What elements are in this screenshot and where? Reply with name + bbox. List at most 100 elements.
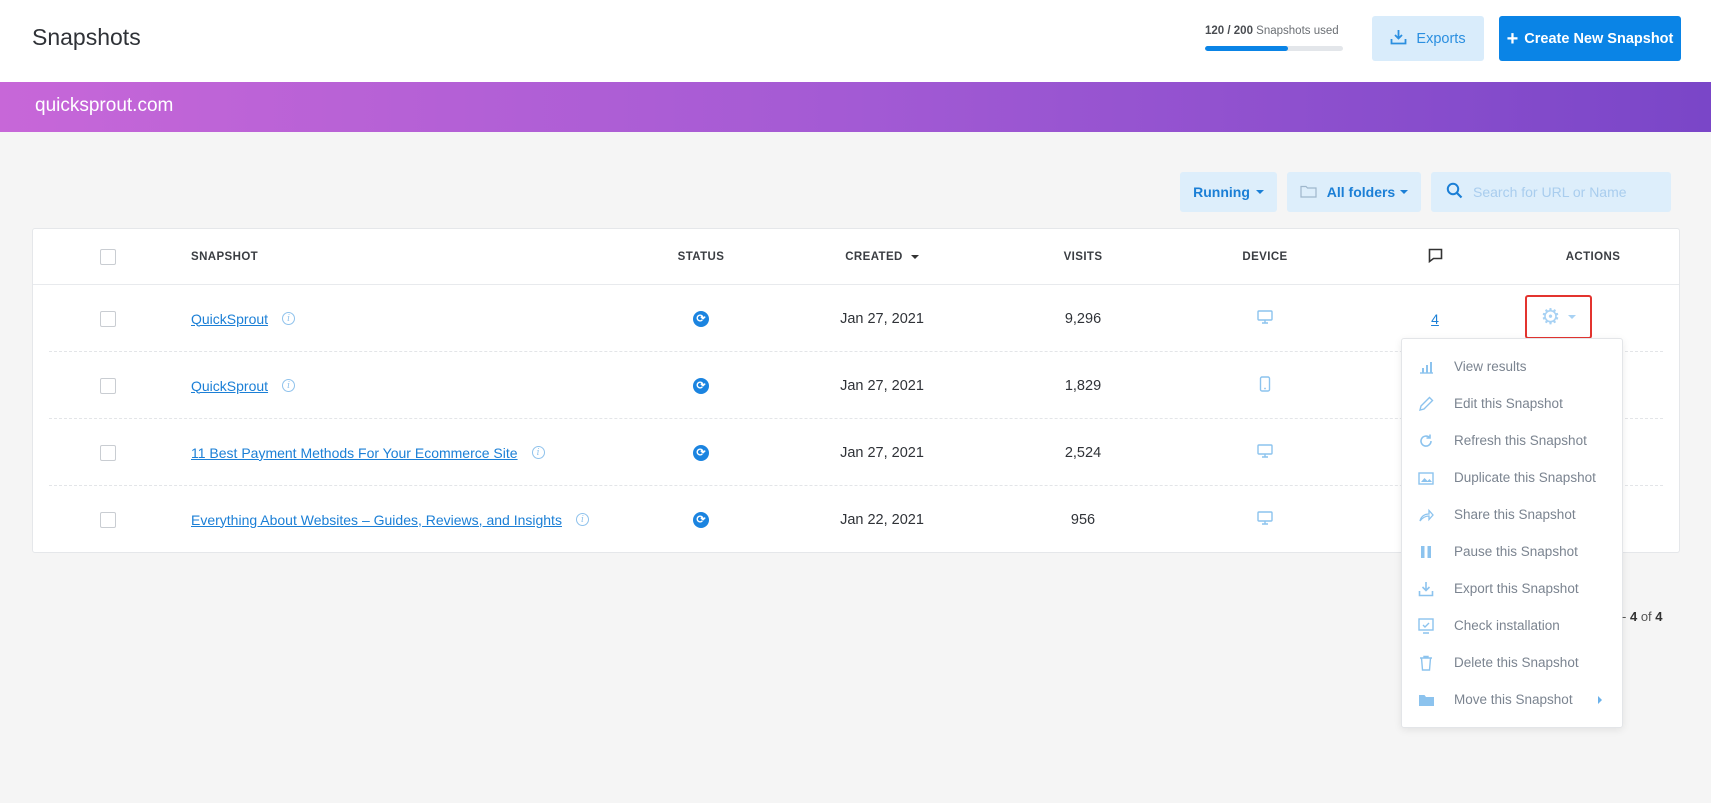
menu-item-label: Share this Snapshot [1454,507,1576,522]
menu-item-label: Duplicate this Snapshot [1454,470,1596,485]
row-select-cell [100,486,116,553]
device-cell [1235,285,1295,352]
column-visits: VISITS [1063,251,1103,263]
pagination-of: of [1640,609,1652,624]
menu-item-check-installation[interactable]: Check installation [1402,607,1622,644]
visits-cell: 9,296 [1064,310,1102,327]
visits-cell: 2,524 [1064,444,1102,461]
top-bar: Snapshots 120 / 200 Snapshots used Expor… [0,0,1711,82]
menu-item-share-this-snapshot[interactable]: Share this Snapshot [1402,496,1622,533]
status-filter-label: Running [1193,184,1250,200]
menu-item-refresh-this-snapshot[interactable]: Refresh this Snapshot [1402,422,1622,459]
column-comments [1420,229,1450,285]
actions-gear-button[interactable]: ⚙ [1525,295,1592,339]
row-select-cell [100,419,116,486]
snapshot-name-cell: 11 Best Payment Methods For Your Ecommer… [191,419,545,486]
menu-item-delete-this-snapshot[interactable]: Delete this Snapshot [1402,644,1622,681]
select-all-cell [100,229,116,285]
gear-icon: ⚙ [1540,304,1561,329]
select-all-checkbox[interactable] [100,249,116,265]
snapshot-name-link[interactable]: Everything About Websites – Guides, Revi… [191,512,562,528]
menu-item-view-results[interactable]: View results [1402,348,1622,385]
pagination-total: 4 [1655,609,1663,624]
info-icon[interactable]: i [282,379,296,392]
menu-item-export-this-snapshot[interactable]: Export this Snapshot [1402,570,1622,607]
row-select-cell [100,285,116,352]
menu-item-label: Delete this Snapshot [1454,655,1579,670]
column-created[interactable]: CREATED [833,229,931,285]
column-snapshot: SNAPSHOT [191,251,259,263]
refresh-icon [1417,432,1435,450]
exports-label: Exports [1416,30,1466,47]
comments-count-link[interactable]: 4 [1431,311,1439,327]
device-cell [1235,419,1295,486]
export-tray-icon [1390,29,1407,49]
snapshot-name-cell: QuickSprout i [191,285,296,352]
status-cell: ⟳ [643,419,759,486]
search-box[interactable] [1431,172,1671,212]
row-checkbox[interactable] [100,310,116,327]
snapshot-name-cell: Everything About Websites – Guides, Revi… [191,486,589,553]
row-checkbox[interactable] [100,377,116,394]
share-icon [1417,506,1435,524]
info-icon[interactable]: i [531,446,545,459]
export-icon [1417,580,1435,598]
menu-item-label: Pause this Snapshot [1454,544,1578,559]
row-checkbox[interactable] [100,511,116,528]
monitor-check-icon [1417,617,1435,635]
device-cell [1235,352,1295,419]
caret-down-icon [1400,190,1409,194]
snapshot-name-link[interactable]: 11 Best Payment Methods For Your Ecommer… [191,445,518,461]
created-cell: Jan 27, 2021 [840,310,924,327]
comment-icon [1428,248,1443,266]
status-cell: ⟳ [643,285,759,352]
usage-progress-bar [1205,46,1343,51]
menu-item-label: Edit this Snapshot [1454,396,1563,411]
status-cell: ⟳ [643,352,759,419]
usage-text: 120 / 200 Snapshots used [1205,25,1345,37]
create-new-snapshot-button[interactable]: + Create New Snapshot [1499,16,1681,61]
menu-item-pause-this-snapshot[interactable]: Pause this Snapshot [1402,533,1622,570]
column-status: STATUS [677,251,725,263]
search-icon [1446,182,1463,202]
desktop-icon [1257,309,1273,328]
created-cell: Jan 22, 2021 [840,511,924,528]
desktop-icon [1257,510,1273,529]
pagination-info: - 4 of 4 [1622,609,1663,624]
folder-filter-text: All folders [1326,184,1409,200]
created-cell: Jan 27, 2021 [840,377,924,394]
snapshot-name-link[interactable]: QuickSprout [191,378,268,394]
mobile-icon [1259,375,1271,396]
snapshot-usage: 120 / 200 Snapshots used [1205,25,1345,51]
pencil-icon [1417,395,1435,413]
menu-item-label: View results [1454,359,1527,374]
row-checkbox[interactable] [100,444,116,461]
menu-item-label: Refresh this Snapshot [1454,433,1587,448]
site-name: quicksprout.com [35,95,174,116]
search-input[interactable] [1473,184,1663,200]
exports-button[interactable]: Exports [1372,16,1484,61]
duplicate-icon [1417,469,1435,487]
folder-filter-label: All folders [1326,184,1396,200]
menu-item-label: Check installation [1454,618,1560,633]
pause-icon [1417,543,1435,561]
folder-filter-dropdown[interactable]: All folders [1287,172,1421,212]
usage-count: 120 / 200 [1205,25,1253,37]
info-icon[interactable]: i [282,312,296,325]
row-select-cell [100,352,116,419]
snapshot-name-link[interactable]: QuickSprout [191,311,268,327]
trash-icon [1417,654,1435,672]
create-label: Create New Snapshot [1524,30,1674,47]
info-icon[interactable]: i [575,513,589,526]
bar-chart-icon [1417,358,1435,376]
sort-caret-icon [910,255,919,259]
usage-suffix: Snapshots used [1256,25,1339,37]
status-running-icon: ⟳ [693,310,709,327]
menu-item-move-this-snapshot[interactable]: Move this Snapshot [1402,681,1622,718]
menu-item-label: Move this Snapshot [1454,692,1573,707]
status-filter-dropdown[interactable]: Running [1180,172,1277,212]
menu-item-edit-this-snapshot[interactable]: Edit this Snapshot [1402,385,1622,422]
menu-item-duplicate-this-snapshot[interactable]: Duplicate this Snapshot [1402,459,1622,496]
column-actions: ACTIONS [1565,251,1621,263]
status-running-icon: ⟳ [693,444,709,461]
